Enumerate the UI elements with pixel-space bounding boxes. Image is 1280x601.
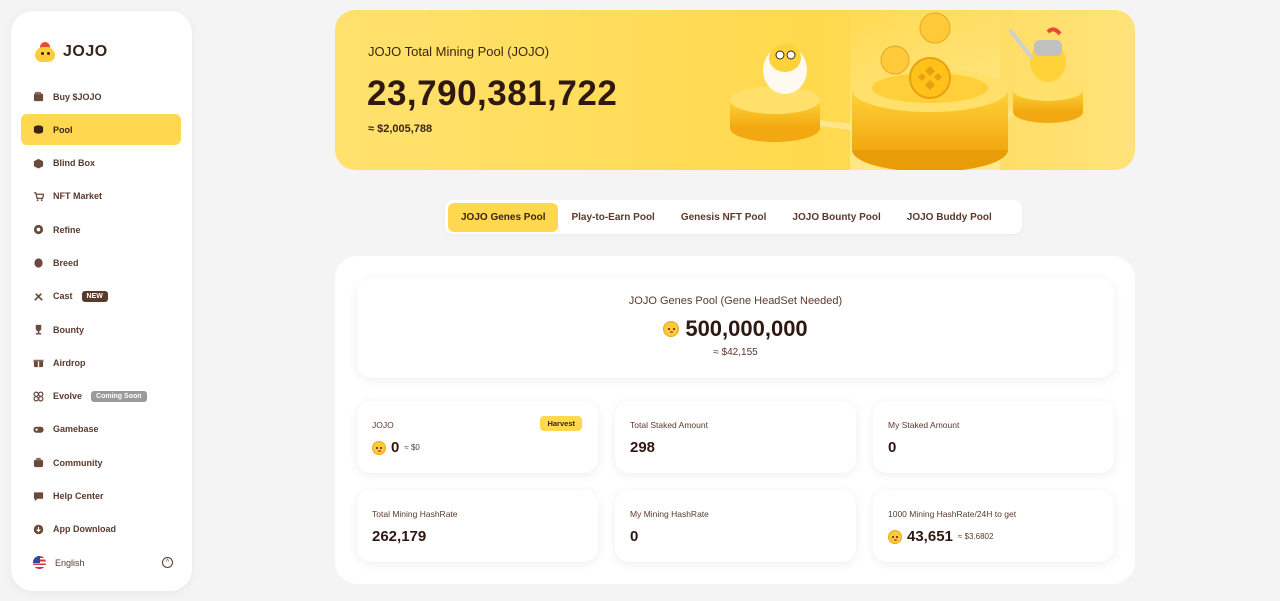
reward-value: 43,651 (907, 528, 953, 545)
gift-icon (33, 357, 44, 368)
sidebar-item-label: Gamebase (53, 424, 99, 435)
stat-card-jojo: JOJO Harvest 0 ≈ $0 (357, 401, 598, 473)
tab-jojo-buddy-pool[interactable]: JOJO Buddy Pool (894, 203, 1005, 232)
stat-value: 0 (630, 528, 639, 545)
jojo-coin-icon (372, 440, 386, 455)
sidebar-item-help-center[interactable]: Help Center (21, 481, 181, 512)
hero-usd: ≈ $2,005,788 (368, 123, 433, 135)
sidebar-item-buy-jojo[interactable]: Buy $JOJO (21, 81, 181, 112)
stat-value: 0 (888, 439, 897, 456)
stat-card-total-hashrate: Total Mining HashRate 262,179 (357, 490, 598, 562)
logo-text: JOJO (63, 43, 108, 60)
pool-amount: 500,000,000 (357, 316, 1114, 342)
pool-panel: JOJO Genes Pool (Gene HeadSet Needed) 50… (335, 256, 1135, 584)
sidebar-item-breed[interactable]: Breed (21, 247, 181, 278)
reward-usd: ≈ $3.6802 (957, 532, 994, 541)
mining-platforms-illustration (730, 10, 1083, 170)
sidebar-item-label: Pool (53, 124, 73, 135)
us-flag-icon (33, 556, 46, 569)
sidebar-item-label: Buy $JOJO (53, 91, 102, 102)
community-icon (33, 457, 44, 468)
sidebar-item-airdrop[interactable]: Airdrop (21, 347, 181, 378)
sidebar-item-community[interactable]: Community (21, 447, 181, 478)
tab-genesis-nft-pool[interactable]: Genesis NFT Pool (668, 203, 780, 232)
sidebar-item-app-download[interactable]: App Download (21, 514, 181, 545)
hero-title: JOJO Total Mining Pool (JOJO) (368, 44, 550, 59)
sidebar-item-gamebase[interactable]: Gamebase (21, 414, 181, 445)
stat-card-my-hashrate: My Mining HashRate 0 (615, 490, 856, 562)
sidebar-item-refine[interactable]: Refine (21, 214, 181, 245)
sidebar-item-label: NFT Market (53, 191, 103, 202)
sidebar-item-label: Blind Box (53, 158, 95, 169)
wallet-icon (33, 91, 44, 102)
chevron-up-icon[interactable]: ^ (162, 557, 173, 568)
stat-card-my-staked: My Staked Amount 0 (873, 401, 1114, 473)
tab-play-to-earn-pool[interactable]: Play-to-Earn Pool (558, 203, 667, 232)
trophy-icon (33, 324, 44, 335)
tab-jojo-genes-pool[interactable]: JOJO Genes Pool (448, 202, 559, 232)
sidebar-item-label: Airdrop (53, 357, 86, 368)
hero-value: 23,790,381,722 (367, 74, 618, 113)
cart-icon (33, 191, 44, 202)
language-selector[interactable]: English ^ (33, 556, 173, 569)
stat-label: 1000 Mining HashRate/24H to get (888, 509, 1017, 519)
stat-label: JOJO (372, 420, 394, 430)
sidebar-item-label: Community (53, 457, 103, 468)
jojo-earned-value: 0 (391, 439, 400, 456)
jojo-coin-icon (663, 321, 680, 337)
sidebar-item-label: Help Center (53, 491, 104, 502)
download-icon (33, 524, 44, 535)
pool-usd: ≈ $42,155 (713, 347, 758, 358)
tab-jojo-bounty-pool[interactable]: JOJO Bounty Pool (779, 203, 893, 232)
chick-logo-icon (33, 41, 57, 63)
evolve-icon (33, 391, 44, 402)
sidebar-item-blind-box[interactable]: Blind Box (21, 148, 181, 179)
breed-icon (33, 257, 44, 269)
stat-value: 298 (630, 439, 656, 456)
coming-soon-badge: Coming Soon (91, 390, 147, 402)
stat-card-total-staked: Total Staked Amount 298 (615, 401, 856, 473)
stat-label: Total Staked Amount (630, 420, 708, 430)
pool-amount-value: 500,000,000 (685, 316, 808, 341)
sidebar-nav: Buy $JOJO Pool Blind Box NFT Market Refi… (21, 81, 181, 547)
jojo-earned-usd: ≈ $0 (404, 443, 420, 452)
sidebar-item-pool[interactable]: Pool (21, 114, 181, 146)
stat-value: 0 ≈ $0 (372, 439, 420, 456)
box-icon (33, 158, 44, 169)
tools-icon (33, 291, 44, 302)
new-badge: NEW (81, 290, 108, 302)
sidebar-item-label: Cast (53, 291, 73, 302)
sidebar-item-label: Breed (53, 257, 79, 268)
chat-icon (33, 491, 44, 502)
stat-value: 262,179 (372, 528, 427, 545)
sidebar-item-label: Bounty (53, 324, 84, 335)
sidebar-item-cast[interactable]: Cast NEW (21, 281, 181, 312)
sidebar: JOJO Buy $JOJO Pool Blind Box NFT Market… (11, 11, 192, 591)
stat-label: Total Mining HashRate (372, 509, 458, 519)
pool-tabs: JOJO Genes Pool Play-to-Earn Pool Genesi… (445, 200, 1022, 234)
sidebar-item-label: Evolve (53, 391, 83, 402)
harvest-button[interactable]: Harvest (540, 416, 582, 431)
sidebar-item-bounty[interactable]: Bounty (21, 314, 181, 345)
stat-card-hashrate-reward: 1000 Mining HashRate/24H to get 43,651 ≈… (873, 490, 1114, 562)
stat-value: 43,651 ≈ $3.6802 (888, 528, 993, 545)
pool-summary-card: JOJO Genes Pool (Gene HeadSet Needed) 50… (357, 278, 1114, 378)
pool-icon (33, 124, 44, 135)
language-label: English (55, 557, 85, 568)
stat-label: My Staked Amount (888, 420, 960, 430)
total-mining-pool-banner: JOJO Total Mining Pool (JOJO) 23,790,381… (335, 10, 1135, 170)
refine-icon (33, 224, 44, 235)
logo[interactable]: JOJO (33, 41, 108, 63)
gamepad-icon (33, 424, 44, 435)
pool-title: JOJO Genes Pool (Gene HeadSet Needed) (628, 295, 843, 307)
sidebar-item-label: Refine (53, 224, 81, 235)
sidebar-item-nft-market[interactable]: NFT Market (21, 181, 181, 212)
stat-label: My Mining HashRate (630, 509, 709, 519)
jojo-coin-icon (888, 529, 902, 544)
sidebar-item-evolve[interactable]: Evolve Coming Soon (21, 381, 181, 412)
sidebar-item-label: App Download (53, 524, 116, 535)
